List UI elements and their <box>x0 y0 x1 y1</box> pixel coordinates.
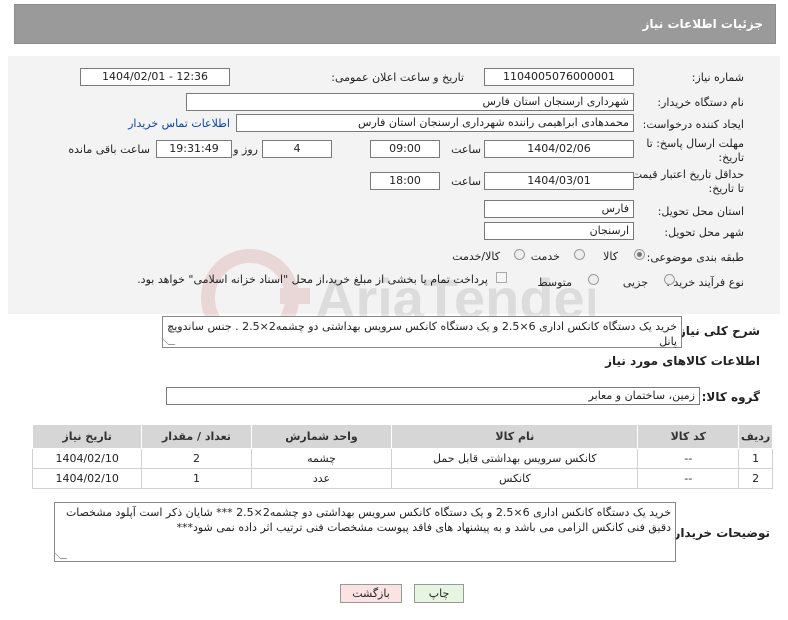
goods-group-field: زمین، ساختمان و معابر <box>166 387 700 405</box>
remaining-time-field: 19:31:49 <box>156 140 232 158</box>
buyer-notes-textarea: خرید یک دستگاه کانکس اداری 6×2.5 و یک دس… <box>53 502 676 562</box>
header-bar: جزئیات اطلاعات نیاز <box>14 4 776 44</box>
category-goods-radio[interactable] <box>634 249 645 260</box>
back-button[interactable]: بازگشت <box>340 584 402 603</box>
city-label: شهر محل تحویل: <box>664 226 744 239</box>
cell-qty: 2 <box>141 448 252 469</box>
cell-unit: چشمه <box>250 448 393 469</box>
cell-name: کانکس سرویس بهداشتی قابل حمل <box>391 448 639 469</box>
goods-table: ردیف کد کالا نام کالا واحد شمارش تعداد /… <box>31 424 773 489</box>
col-name: نام کالا <box>391 424 639 449</box>
announce-label: تاریخ و ساعت اعلان عمومی: <box>331 71 464 84</box>
price-validity-time-label: ساعت <box>451 175 481 188</box>
page-title: جزئیات اطلاعات نیاز <box>642 17 763 31</box>
buyer-org-label: نام دستگاه خریدار: <box>657 96 744 109</box>
cell-date: 1404/02/10 <box>31 468 143 489</box>
resize-grip-icon[interactable] <box>161 338 176 345</box>
category-label: طبقه بندی موضوعی: <box>646 251 744 264</box>
deadline-time-label: ساعت <box>451 143 481 156</box>
need-number-field: 1104005076000001 <box>484 68 634 86</box>
table-row: 2 -- کانکس عدد 1 1404/02/10 <box>31 468 773 489</box>
cell-row: 2 <box>738 468 773 489</box>
province-field: فارس <box>484 200 634 218</box>
province-label: استان محل تحویل: <box>657 205 744 218</box>
need-details-page: جزئیات اطلاعات نیاز AriaTender.neT شماره… <box>0 0 788 620</box>
buyer-org-field: شهرداری ارسنجان استان فارس <box>186 93 634 111</box>
requester-label: ایجاد کننده درخواست: <box>642 118 744 131</box>
col-qty: تعداد / مقدار <box>141 424 252 449</box>
process-medium-label: متوسط <box>537 276 572 289</box>
deadline-time-field: 09:00 <box>370 140 440 158</box>
price-validity-time-field: 18:00 <box>370 172 440 190</box>
price-validity-date-field: 1404/03/01 <box>484 172 634 190</box>
price-validity-label: حداقل تاریخ اعتبار قیمت: تا تاریخ: <box>628 168 744 195</box>
process-label: نوع فرآیند خرید : <box>666 276 744 289</box>
resize-grip-icon[interactable] <box>53 552 68 559</box>
need-number-label: شماره نیاز: <box>691 71 744 84</box>
description-text: خرید یک دستگاه کانکس اداری 6×2.5 و یک دس… <box>167 320 677 348</box>
print-button[interactable]: چاپ <box>414 584 464 603</box>
category-goods-label: کالا <box>603 250 618 263</box>
buyer-contact-link[interactable]: اطلاعات تماس خریدار <box>128 117 230 130</box>
cell-code: -- <box>637 468 740 489</box>
buyer-notes-text: خرید یک دستگاه کانکس اداری 6×2.5 و یک دس… <box>65 506 671 534</box>
process-minor-radio[interactable] <box>664 274 675 285</box>
goods-group-label: گروه کالا: <box>701 390 760 404</box>
col-row: ردیف <box>738 424 773 449</box>
cell-unit: عدد <box>250 468 393 489</box>
remaining-time-label: ساعت باقی مانده <box>68 143 150 156</box>
goods-info-title: اطلاعات کالاهای مورد نیاز <box>605 354 760 368</box>
announce-field: 1404/02/01 - 12:36 <box>80 68 230 86</box>
process-medium-radio[interactable] <box>588 274 599 285</box>
col-code: کد کالا <box>637 424 740 449</box>
treasury-payment-checkbox[interactable] <box>496 272 507 283</box>
deadline-date-field: 1404/02/06 <box>484 140 634 158</box>
description-label: شرح کلی نیاز: <box>674 324 760 338</box>
process-minor-label: جزیی <box>622 276 648 289</box>
col-date: تاریخ نیاز <box>31 424 143 449</box>
col-unit: واحد شمارش <box>250 424 393 449</box>
days-label: روز و <box>233 143 258 156</box>
buyer-notes-label: توضیحات خریدار: <box>668 526 770 540</box>
cell-row: 1 <box>738 448 773 469</box>
category-both-label: کالا/خدمت <box>452 250 500 263</box>
city-field: ارسنجان <box>484 222 634 240</box>
cell-qty: 1 <box>141 468 252 489</box>
treasury-payment-note: پرداخت تمام یا بخشی از مبلغ خرید،از محل … <box>137 273 488 286</box>
category-both-radio[interactable] <box>514 249 525 260</box>
days-field: 4 <box>262 140 332 158</box>
deadline-label: مهلت ارسال پاسخ: تا تاریخ: <box>646 137 744 164</box>
cell-name: کانکس <box>391 468 639 489</box>
description-textarea: خرید یک دستگاه کانکس اداری 6×2.5 و یک دس… <box>161 316 682 348</box>
category-service-radio[interactable] <box>574 249 585 260</box>
table-row: 1 -- کانکس سرویس بهداشتی قابل حمل چشمه 2… <box>31 448 773 469</box>
cell-code: -- <box>637 448 740 469</box>
cell-date: 1404/02/10 <box>31 448 143 469</box>
goods-table-header: ردیف کد کالا نام کالا واحد شمارش تعداد /… <box>31 424 773 449</box>
category-service-label: خدمت <box>530 250 560 263</box>
requester-field: محمدهادی ابراهیمی راننده شهرداری ارسنجان… <box>236 114 634 132</box>
